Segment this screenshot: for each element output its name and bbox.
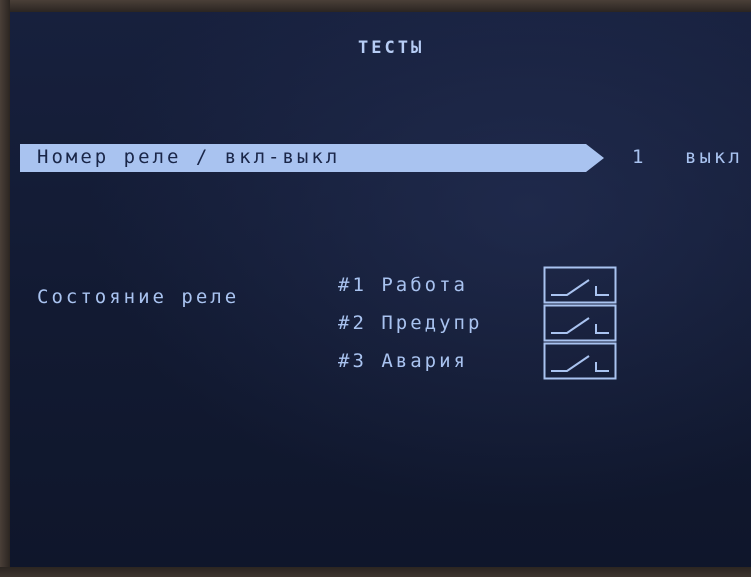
relay-name: #2 Предупр [338, 312, 483, 334]
display-bezel-left [0, 0, 10, 577]
relay-open-contact-icon [543, 342, 617, 380]
relay-name: #3 Авария [338, 350, 468, 372]
screen-title: ТЕСТЫ [358, 38, 425, 58]
relay-open-contact-icon [543, 266, 617, 304]
display-bezel-bottom [0, 567, 751, 577]
relay-state-value[interactable]: выкл [685, 146, 743, 168]
menu-item-relay-number[interactable]: Номер реле / вкл-выкл [20, 142, 606, 174]
relay-number-value[interactable]: 1 [632, 146, 646, 168]
menu-item-label: Номер реле / вкл-выкл [37, 146, 341, 168]
lcd-screen: ТЕСТЫ Номер реле / вкл-выкл 1 выкл Состо… [10, 12, 751, 567]
relay-status-label: Состояние реле [37, 286, 240, 308]
relay-open-contact-icon [543, 304, 617, 342]
display-bezel-top [0, 0, 751, 12]
relay-name: #1 Работа [338, 274, 468, 296]
